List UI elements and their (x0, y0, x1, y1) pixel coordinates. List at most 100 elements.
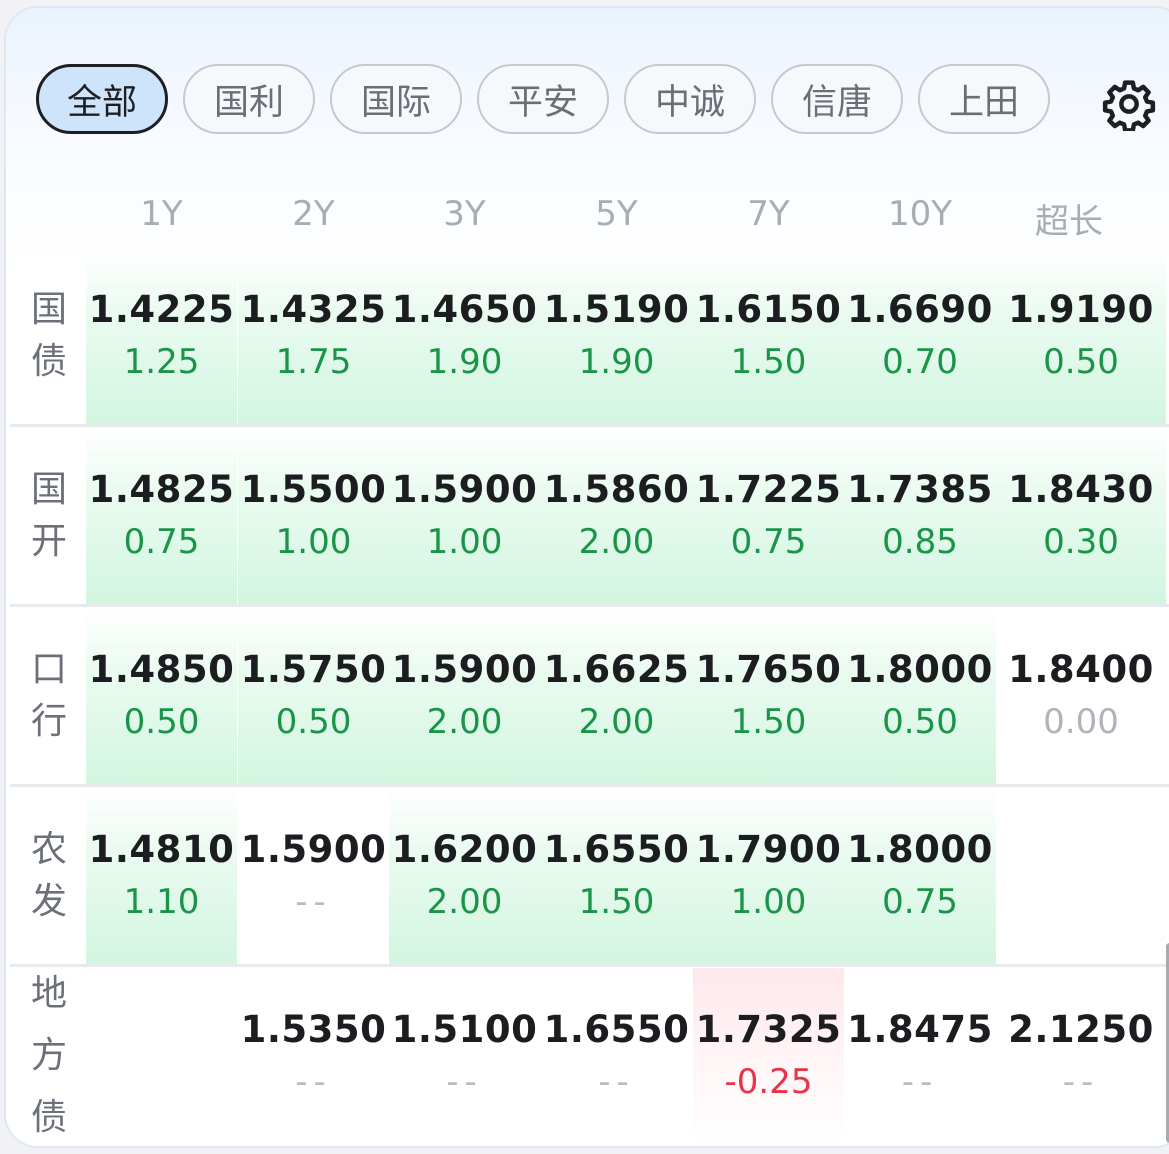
yield-cell[interactable]: 1.4325 1.75 (238, 248, 389, 424)
yield-cell[interactable]: 1.6550 1.50 (540, 788, 693, 964)
yield-value: 1.6150 (695, 288, 842, 331)
yield-value: 1.8400 (1008, 648, 1154, 691)
yield-value: 2.1250 (1008, 1008, 1154, 1051)
yield-cell[interactable]: 1.7225 0.75 (693, 428, 844, 604)
yield-cell (86, 968, 237, 1144)
yield-value: 1.5500 (240, 468, 387, 511)
yield-cell[interactable]: 1.8430 0.30 (996, 428, 1166, 604)
yield-cell[interactable]: 1.5500 1.00 (238, 428, 389, 604)
yield-value: 1.5900 (240, 828, 387, 871)
row-label: 国债 (12, 284, 86, 388)
yield-value: 1.5860 (543, 468, 690, 511)
yield-value: 1.6550 (543, 1008, 690, 1051)
change-value: -- (295, 1062, 332, 1102)
yield-cell[interactable]: 1.7325 -0.25 (693, 968, 844, 1144)
yield-value: 1.6625 (543, 648, 690, 691)
yield-value: 1.4650 (391, 288, 538, 331)
column-header: 10Y (887, 194, 953, 234)
change-value: 0.75 (123, 522, 200, 562)
change-value: -- (1062, 1062, 1100, 1102)
yield-cell[interactable]: 1.7385 0.85 (844, 428, 996, 604)
tab-5[interactable]: 中诚 (624, 64, 756, 134)
change-value: 0.85 (882, 522, 958, 562)
change-value: 1.00 (730, 882, 807, 922)
yield-cell[interactable]: 1.6550 -- (540, 968, 693, 1144)
tab-6[interactable]: 信唐 (771, 64, 903, 134)
yield-value: 1.9190 (1008, 288, 1154, 331)
yield-value: 1.7225 (695, 468, 842, 511)
column-header: 7Y (747, 194, 790, 234)
yield-cell[interactable]: 1.4850 0.50 (86, 608, 237, 784)
yield-value: 1.7325 (695, 1008, 842, 1051)
change-value: 0.50 (882, 702, 958, 742)
row-label-char: 债 (30, 1097, 67, 1138)
yield-cell[interactable]: 1.5860 2.00 (540, 428, 693, 604)
yield-cell[interactable]: 1.5750 0.50 (238, 608, 389, 784)
change-value: 1.50 (730, 702, 807, 742)
yield-cell[interactable]: 1.4825 0.75 (86, 428, 237, 604)
yield-cell[interactable]: 1.4225 1.25 (86, 248, 237, 424)
yield-cell (996, 788, 1166, 964)
change-value: 0.00 (1043, 702, 1119, 742)
tab-2[interactable]: 国利 (183, 64, 315, 134)
row-label-char: 地 (30, 973, 67, 1014)
yield-cell[interactable]: 1.5900 1.00 (389, 428, 540, 604)
change-value: 1.90 (426, 342, 503, 382)
row-label-char: 国 (30, 469, 67, 510)
yield-value: 1.4225 (88, 288, 235, 331)
tab-3[interactable]: 国际 (330, 64, 462, 134)
rate-board-card: 全部 国利 国际 平安 中诚 信唐 上田 1Y 2Y 3Y 5Y 7Y 10Y 超长国债 1.4225 1.… (4, 6, 1169, 1148)
yield-value: 1.5350 (240, 1008, 387, 1051)
yield-value: 1.5750 (240, 648, 387, 691)
change-value: 0.75 (882, 882, 958, 922)
yield-cell[interactable]: 1.8475 -- (844, 968, 996, 1144)
yield-cell[interactable]: 1.7650 1.50 (693, 608, 844, 784)
yield-cell[interactable]: 1.6200 2.00 (389, 788, 540, 964)
tab-4[interactable]: 平安 (477, 64, 609, 134)
change-value: 1.75 (275, 342, 352, 382)
yield-value: 1.5190 (543, 288, 690, 331)
change-value: 0.50 (123, 702, 200, 742)
yield-value: 1.6690 (847, 288, 993, 331)
column-header: 超长 (1035, 202, 1103, 242)
yield-cell[interactable]: 1.5190 1.90 (540, 248, 693, 424)
change-value: -- (295, 882, 332, 922)
change-value: 2.00 (426, 882, 503, 922)
yield-cell[interactable]: 2.1250 -- (996, 968, 1166, 1144)
row-label: 地方债 (12, 963, 86, 1146)
yield-cell[interactable]: 1.5100 -- (389, 968, 540, 1144)
column-header: 1Y (140, 194, 183, 234)
row-label-char: 口 (30, 649, 67, 690)
yield-cell[interactable]: 1.7900 1.00 (693, 788, 844, 964)
yield-cell[interactable]: 1.9190 0.50 (996, 248, 1166, 424)
change-value: 2.00 (426, 702, 503, 742)
yield-cell[interactable]: 1.5350 -- (238, 968, 389, 1144)
yield-cell[interactable]: 1.5900 -- (238, 788, 389, 964)
row-label-char: 国 (30, 289, 67, 330)
change-value: 2.00 (578, 522, 655, 562)
yield-cell[interactable]: 1.6690 0.70 (844, 248, 996, 424)
yield-value: 1.7900 (695, 828, 842, 871)
tab-1[interactable]: 全部 (36, 64, 168, 134)
row-divider (10, 964, 1169, 967)
yield-cell[interactable]: 1.4650 1.90 (389, 248, 540, 424)
row-label-char: 债 (30, 341, 67, 382)
yield-cell[interactable]: 1.8400 0.00 (996, 608, 1166, 784)
yield-cell[interactable]: 1.6625 2.00 (540, 608, 693, 784)
yield-cell[interactable]: 1.5900 2.00 (389, 608, 540, 784)
yield-value: 1.4325 (240, 288, 387, 331)
gear-icon[interactable] (1102, 77, 1156, 131)
change-value: 1.00 (426, 522, 503, 562)
yield-cell[interactable]: 1.6150 1.50 (693, 248, 844, 424)
change-value: 0.50 (275, 702, 352, 742)
change-value: 1.10 (123, 882, 200, 922)
tab-7[interactable]: 上田 (918, 64, 1050, 134)
yield-cell[interactable]: 1.8000 0.50 (844, 608, 996, 784)
yield-cell[interactable]: 1.8000 0.75 (844, 788, 996, 964)
column-header: 2Y (292, 194, 335, 234)
yield-cell[interactable]: 1.4810 1.10 (86, 788, 237, 964)
change-value: 1.00 (275, 522, 352, 562)
row-label-char: 行 (30, 701, 67, 742)
change-value: 2.00 (578, 702, 655, 742)
yield-value: 1.6200 (391, 828, 538, 871)
